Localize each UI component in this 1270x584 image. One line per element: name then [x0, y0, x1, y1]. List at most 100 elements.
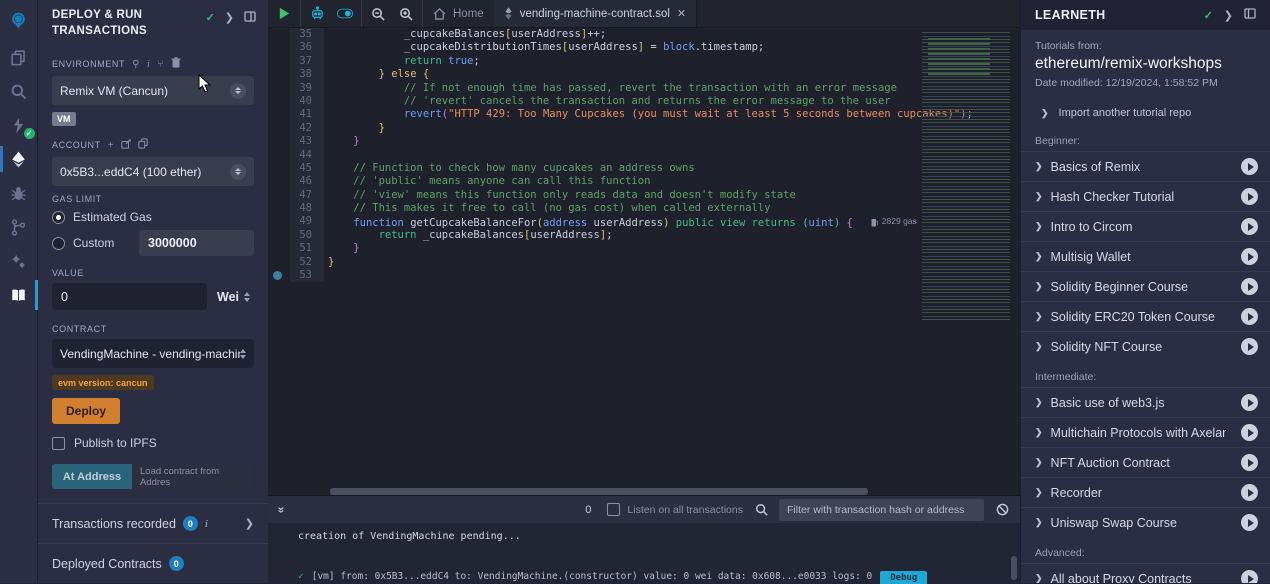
custom-gas-input[interactable]: 3000000 — [139, 230, 254, 256]
zoom-out-icon[interactable] — [370, 6, 386, 22]
breakpoint-gutter[interactable] — [268, 135, 290, 148]
play-tutorial-button[interactable] — [1241, 570, 1258, 583]
copilot-toggle-icon[interactable] — [337, 6, 353, 22]
play-tutorial-button[interactable] — [1241, 338, 1258, 355]
import-tutorial-repo[interactable]: ❯ Import another tutorial repo — [1021, 89, 1270, 125]
terminal-search-icon[interactable] — [753, 502, 769, 518]
code-line[interactable]: 51 } — [268, 242, 1020, 255]
at-address-button[interactable]: At Address — [52, 464, 132, 489]
tutorial-item[interactable]: ❯Multichain Protocols with Axelar — [1021, 417, 1270, 447]
horizontal-scrollbar[interactable] — [330, 488, 868, 495]
tutorial-item[interactable]: ❯Multisig Wallet — [1021, 241, 1270, 271]
tutorial-item[interactable]: ❯Solidity ERC20 Token Course — [1021, 301, 1270, 331]
learneth-pin-icon[interactable] — [1244, 8, 1256, 22]
play-tutorial-button[interactable] — [1241, 158, 1258, 175]
code-line[interactable]: 41 revert("HTTP 429: Too Many Cupcakes (… — [268, 108, 1020, 121]
play-tutorial-button[interactable] — [1241, 394, 1258, 411]
learneth-chevron-icon[interactable]: ❯ — [1224, 9, 1233, 22]
terminal-scrollbar[interactable] — [1011, 556, 1017, 580]
publish-ipfs-checkbox[interactable] — [52, 437, 65, 450]
code-line[interactable]: 45 // Function to check how many cupcake… — [268, 162, 1020, 175]
breakpoint-gutter[interactable] — [268, 108, 290, 121]
at-address-input[interactable]: Load contract from Addres — [132, 464, 254, 489]
ai-copilot-icon[interactable] — [309, 6, 325, 22]
play-tutorial-button[interactable] — [1241, 424, 1258, 441]
search-icon[interactable] — [0, 74, 38, 108]
file-explorer-icon[interactable] — [0, 40, 38, 74]
tutorial-item[interactable]: ❯Intro to Circom — [1021, 211, 1270, 241]
transactions-expand-icon[interactable]: ❯ — [245, 517, 254, 530]
transactions-info-icon[interactable]: i — [205, 518, 208, 530]
code-line[interactable]: 48 // This makes it free to call (no gas… — [268, 202, 1020, 215]
breakpoint-gutter[interactable] — [268, 256, 290, 269]
code-line[interactable]: 46 // 'public' means anyone can call thi… — [268, 175, 1020, 188]
breakpoint-gutter[interactable] — [268, 41, 290, 54]
breakpoint-gutter[interactable] — [268, 162, 290, 175]
pin-panel-icon[interactable] — [244, 11, 256, 25]
value-input[interactable]: 0 — [52, 283, 207, 310]
zoom-in-icon[interactable] — [398, 6, 414, 22]
tutorial-item[interactable]: ❯Basic use of web3.js — [1021, 387, 1270, 417]
code-line[interactable]: 37 return true; — [268, 55, 1020, 68]
code-line[interactable]: 42 } — [268, 122, 1020, 135]
publish-ipfs-option[interactable]: Publish to IPFS — [52, 436, 254, 450]
tutorial-item[interactable]: ❯Recorder — [1021, 477, 1270, 507]
breakpoint-gutter[interactable] — [268, 28, 290, 41]
custom-gas-option[interactable]: Custom 3000000 — [52, 230, 254, 256]
expand-terminal-icon[interactable]: » — [274, 506, 288, 513]
play-tutorial-button[interactable] — [1241, 218, 1258, 235]
debug-button[interactable]: Debug — [880, 571, 927, 584]
learneth-book-icon[interactable] — [0, 278, 38, 312]
solidity-compiler-icon[interactable]: ✓ — [0, 108, 38, 142]
editor-minimap[interactable] — [922, 30, 1010, 320]
tutorial-item[interactable]: ❯Hash Checker Tutorial — [1021, 181, 1270, 211]
code-line[interactable]: 50 return _cupcakeBalances[userAddress]; — [268, 229, 1020, 242]
tab-home[interactable]: Home — [423, 0, 494, 27]
deploy-run-icon[interactable] — [0, 142, 38, 176]
info-icon[interactable]: i — [147, 59, 150, 70]
copy-account-icon[interactable] — [138, 138, 148, 152]
play-tutorial-button[interactable] — [1241, 484, 1258, 501]
panel-chevron-icon[interactable]: ❯ — [225, 11, 234, 24]
code-line[interactable]: 35 _cupcakeBalances[userAddress]++; — [268, 28, 1020, 41]
plugin-manager-icon[interactable] — [0, 244, 38, 278]
code-line[interactable]: 38 } else { — [268, 68, 1020, 81]
code-line[interactable]: 52} — [268, 256, 1020, 269]
account-select[interactable]: 0x5B3...eddC4 (100 ether) — [52, 157, 254, 186]
play-tutorial-button[interactable] — [1241, 278, 1258, 295]
tutorial-item[interactable]: ❯Uniswap Swap Course — [1021, 507, 1270, 537]
custom-gas-radio[interactable] — [52, 237, 65, 250]
tutorial-item[interactable]: ❯NFT Auction Contract — [1021, 447, 1270, 477]
breakpoint-gutter[interactable] — [268, 189, 290, 202]
play-tutorial-button[interactable] — [1241, 308, 1258, 325]
environment-select[interactable]: Remix VM (Cancun) — [52, 76, 254, 105]
deploy-button[interactable]: Deploy — [52, 398, 120, 424]
remix-logo[interactable] — [0, 0, 38, 40]
code-line[interactable]: 49 function getCupcakeBalanceFor(address… — [268, 215, 1020, 228]
play-tutorial-button[interactable] — [1241, 454, 1258, 471]
git-icon[interactable] — [0, 210, 38, 244]
code-line[interactable]: 53 — [268, 269, 1020, 282]
transaction-filter-input[interactable]: Filter with transaction hash or address — [779, 499, 984, 521]
breakpoint-gutter[interactable] — [268, 175, 290, 188]
tab-vending-machine-contract[interactable]: vending-machine-contract.sol ✕ — [494, 0, 697, 27]
breakpoint-gutter[interactable] — [268, 68, 290, 81]
estimated-gas-option[interactable]: Estimated Gas — [52, 210, 254, 224]
deployed-contracts-row[interactable]: Deployed Contracts 0 — [52, 544, 254, 583]
breakpoint-gutter[interactable] — [268, 149, 290, 162]
play-tutorial-button[interactable] — [1241, 248, 1258, 265]
code-editor[interactable]: 35 _cupcakeBalances[userAddress]++;36 _c… — [268, 28, 1020, 495]
clear-console-icon[interactable] — [994, 502, 1010, 518]
breakpoint-gutter[interactable] — [268, 229, 290, 242]
listen-checkbox[interactable] — [607, 503, 620, 516]
delete-icon[interactable] — [171, 57, 181, 71]
play-tutorial-button[interactable] — [1241, 188, 1258, 205]
code-line[interactable]: 44 — [268, 149, 1020, 162]
breakpoint-gutter[interactable] — [268, 55, 290, 68]
breakpoint-gutter[interactable] — [268, 215, 290, 228]
terminal-log-clipped[interactable]: ✓ [vm] from: 0x5B3...eddC4 to: VendingMa… — [298, 571, 998, 584]
edit-account-icon[interactable] — [121, 139, 131, 152]
debugger-icon[interactable] — [0, 176, 38, 210]
code-line[interactable]: 39 // If not enough time has passed, rev… — [268, 82, 1020, 95]
add-account-icon[interactable]: + — [108, 140, 114, 151]
